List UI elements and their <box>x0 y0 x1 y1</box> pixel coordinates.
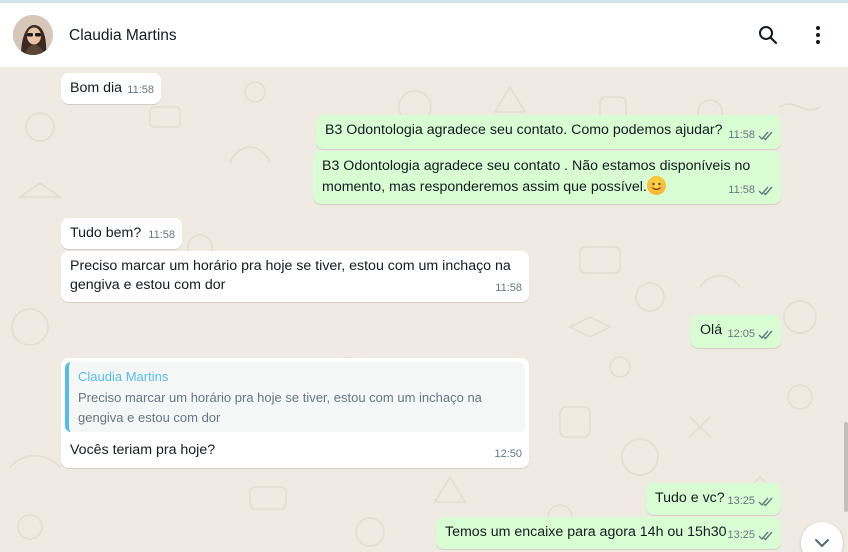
message-outgoing[interactable]: Tudo e vc? 13:25 <box>646 483 781 515</box>
quoted-text-line1: Preciso marcar um horário pra hoje se ti… <box>78 390 482 405</box>
chat-header: Claudia Martins <box>0 3 848 67</box>
double-check-icon <box>758 531 773 541</box>
scrollbar[interactable] <box>844 422 848 512</box>
message-time: 11:58 <box>495 282 522 294</box>
message-incoming[interactable]: Bom dia 11:58 <box>61 73 161 104</box>
message-time: 12:05 <box>727 328 755 340</box>
kebab-menu-icon[interactable] <box>803 20 833 50</box>
avatar[interactable] <box>13 15 53 55</box>
double-check-icon <box>758 131 773 141</box>
double-check-icon <box>758 330 773 340</box>
smiling-face-emoji-icon <box>646 176 666 195</box>
message-incoming[interactable]: Preciso marcar um horário pra hoje se ti… <box>61 251 529 302</box>
message-incoming-reply[interactable]: Claudia Martins Preciso marcar um horári… <box>61 358 529 468</box>
message-time: 11:58 <box>728 184 755 196</box>
quoted-text-line2: gengiva e estou com dor <box>78 410 221 425</box>
contact-name[interactable]: Claudia Martins <box>69 27 177 45</box>
message-text-line1: Preciso marcar um horário pra hoje se ti… <box>70 258 511 274</box>
double-check-icon <box>758 186 773 196</box>
chat-area[interactable]: Bom dia 11:58 B3 Odontologia agradece se… <box>0 67 848 552</box>
message-outgoing[interactable]: Olá 12:05 <box>691 315 781 348</box>
message-time: 11:58 <box>127 84 154 96</box>
message-outgoing[interactable]: B3 Odontologia agradece seu contato . Nã… <box>313 151 781 204</box>
message-outgoing[interactable]: Temos um encaixe para agora 14h ou 15h30… <box>436 517 781 549</box>
message-text-line2: momento, mas responderemos assim que pos… <box>322 179 647 195</box>
double-check-icon <box>758 497 773 507</box>
message-text: Temos um encaixe para agora 14h ou 15h30 <box>445 524 727 540</box>
chevron-down-icon <box>815 539 829 548</box>
message-time: 13:25 <box>727 529 755 541</box>
message-time: 11:58 <box>728 129 755 141</box>
quoted-author: Claudia Martins <box>78 369 169 384</box>
message-text: B3 Odontologia agradece seu contato. Com… <box>325 122 723 138</box>
message-text-line1: B3 Odontologia agradece seu contato . Nã… <box>322 158 751 174</box>
message-text-line2: gengiva e estou com dor <box>70 277 226 293</box>
message-outgoing[interactable]: B3 Odontologia agradece seu contato. Com… <box>316 115 781 149</box>
message-time: 12:50 <box>494 448 522 460</box>
search-icon[interactable] <box>753 20 783 50</box>
message-time: 11:58 <box>148 229 175 241</box>
message-text: Vocês teriam pra hoje? <box>70 442 216 458</box>
message-time: 13:25 <box>727 495 755 507</box>
quoted-message[interactable]: Claudia Martins Preciso marcar um horári… <box>65 362 525 432</box>
message-incoming[interactable]: Tudo bem? 11:58 <box>61 218 182 249</box>
